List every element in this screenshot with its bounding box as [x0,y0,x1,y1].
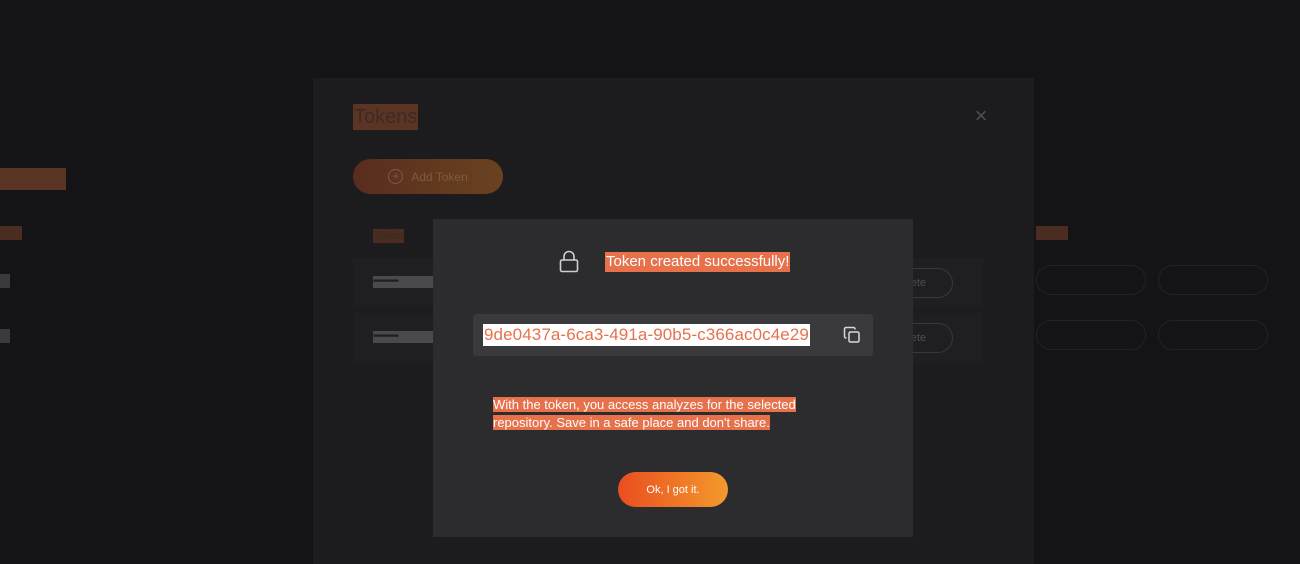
background-row-actions [1036,265,1268,295]
background-edit-button[interactable] [1036,320,1146,350]
ok-button[interactable]: Ok, I got it. [618,472,728,507]
plus-circle-icon: + [388,169,404,184]
dialog-title: Token created successfully! [605,252,791,272]
token-created-dialog: Token created successfully! 9de0437a-6ca… [433,219,913,537]
app-root: Tokens × + Add Token Token •••••••••• et… [0,0,1300,564]
lock-icon [559,250,579,273]
background-edit-button[interactable] [1036,265,1146,295]
copy-icon[interactable] [843,326,861,344]
dialog-message-text: With the token, you access analyzes for … [493,397,796,430]
background-delete-button[interactable] [1158,320,1268,350]
page-heading [0,168,66,190]
dialog-message: With the token, you access analyzes for … [493,396,803,432]
background-cell [0,329,10,343]
add-token-label: Add Token [411,169,468,184]
background-column-header-right [1036,226,1068,240]
close-icon[interactable]: × [971,105,991,127]
background-row-actions [1036,320,1268,350]
background-column-header [0,226,22,240]
token-value: 9de0437a-6ca3-491a-90b5-c366ac0c4e29 [483,324,810,346]
background-cell [0,274,10,288]
tokens-panel-title: Tokens [353,104,419,130]
background-delete-button[interactable] [1158,265,1268,295]
token-column-header: Token [373,229,405,243]
token-display: 9de0437a-6ca3-491a-90b5-c366ac0c4e29 [473,314,873,356]
add-token-button[interactable]: + Add Token [353,159,503,194]
